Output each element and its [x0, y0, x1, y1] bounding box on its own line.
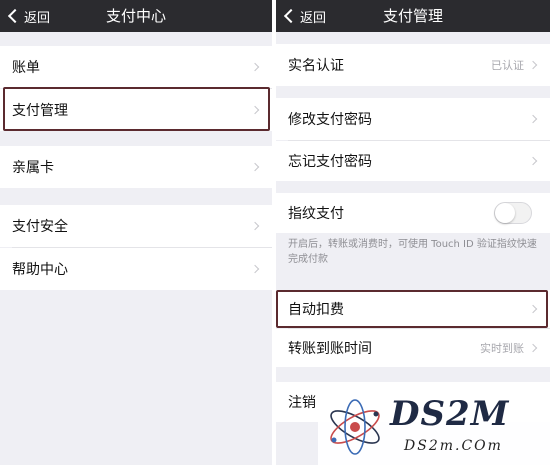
chevron-right-icon: [250, 62, 260, 72]
menu-item-payment-management[interactable]: 支付管理: [0, 89, 272, 131]
fingerprint-toggle[interactable]: [494, 202, 532, 224]
auth-status: 已认证: [491, 59, 524, 72]
row-label: 注销: [288, 395, 316, 411]
row-label: 转账到账时间: [288, 341, 372, 357]
chevron-right-icon: [528, 60, 538, 70]
toggle-knob: [495, 203, 515, 223]
watermark-domain: DS2m.COm: [404, 438, 503, 454]
chevron-right-icon: [528, 156, 538, 166]
watermark-logo-text: DS2M: [390, 394, 510, 434]
auto-deduct-row[interactable]: 自动扣费: [276, 290, 550, 328]
row-label: 忘记支付密码: [288, 154, 372, 170]
atom-logo-icon: [330, 399, 380, 455]
chevron-right-icon: [250, 264, 260, 274]
chevron-right-icon: [250, 162, 260, 172]
chevron-right-icon: [528, 114, 538, 124]
row-label: 指纹支付: [288, 206, 344, 222]
change-password-row[interactable]: 修改支付密码: [276, 98, 550, 140]
transfer-time-row[interactable]: 转账到账时间 实时到账: [276, 329, 550, 367]
chevron-right-icon: [250, 105, 260, 115]
menu-item-family-card[interactable]: 亲属卡: [0, 146, 272, 188]
row-label: 修改支付密码: [288, 112, 372, 128]
page-title: 支付中心: [105, 7, 166, 25]
navbar: 返回 支付中心: [0, 0, 272, 32]
menu-item-payment-security[interactable]: 支付安全: [0, 205, 272, 247]
chevron-right-icon: [250, 221, 260, 231]
watermark: DS2M DS2m.COm: [318, 392, 550, 465]
transfer-time-value: 实时到账: [480, 342, 524, 355]
menu-item-help-center[interactable]: 帮助中心: [0, 248, 272, 290]
navbar: 返回 支付管理: [276, 0, 550, 32]
menu-item-label: 支付管理: [12, 103, 68, 119]
row-label: 实名认证: [288, 58, 344, 74]
payment-center-screen: 返回 支付中心 账单 支付管理 亲属卡 支付安全 帮助中心: [0, 0, 272, 465]
real-name-auth-row[interactable]: 实名认证 已认证: [276, 44, 550, 86]
row-label: 自动扣费: [288, 302, 344, 318]
chevron-right-icon: [528, 304, 538, 314]
menu-item-label: 支付安全: [12, 219, 68, 235]
forgot-password-row[interactable]: 忘记支付密码: [276, 141, 550, 181]
menu-item-bill[interactable]: 账单: [0, 46, 272, 88]
page-title: 支付管理: [382, 7, 443, 25]
screens: 返回 支付中心 账单 支付管理 亲属卡 支付安全 帮助中心 返回 支付管理 实名…: [0, 0, 550, 465]
chevron-right-icon: [528, 343, 538, 353]
menu-item-label: 亲属卡: [12, 160, 54, 176]
fingerprint-hint: 开启后，转账或消费时，可使用 Touch ID 验证指纹快速完成付款: [288, 239, 537, 265]
menu-item-label: 帮助中心: [12, 262, 68, 278]
menu-item-label: 账单: [12, 60, 40, 76]
